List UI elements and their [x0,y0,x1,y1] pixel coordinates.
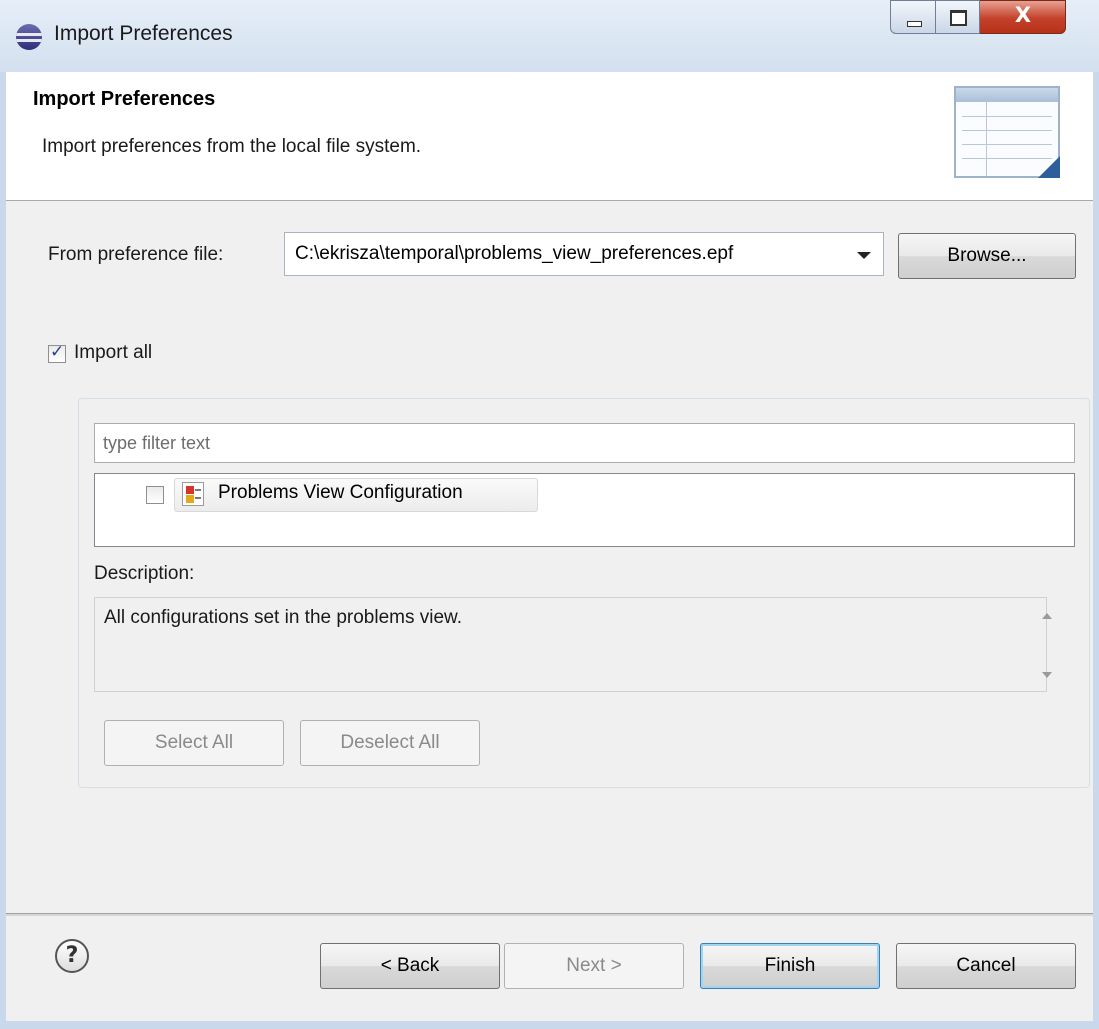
problems-view-icon [182,482,204,506]
minimize-icon [907,21,922,27]
finish-button[interactable]: Finish [700,943,880,989]
preference-file-label: From preference file: [48,244,224,265]
tree-item-label[interactable]: Problems View Configuration [218,482,463,504]
maximize-button[interactable] [936,0,980,34]
help-icon[interactable]: ? [55,939,89,973]
chevron-down-icon[interactable] [857,252,871,259]
preference-file-value: C:\ekrisza\temporal\problems_view_prefer… [295,243,734,264]
window-frame [0,72,6,1021]
import-all-label[interactable]: Import all [74,342,152,364]
next-button[interactable]: Next > [504,943,684,989]
close-button[interactable]: X [980,0,1066,34]
select-all-button[interactable]: Select All [104,720,284,766]
filter-placeholder: type filter text [103,433,211,453]
footer-separator [6,913,1093,916]
minimize-button[interactable] [890,0,936,34]
wizard-page-description: Import preferences from the local file s… [42,136,422,157]
import-wizard-banner-icon [954,86,1060,178]
back-button[interactable]: < Back [320,943,500,989]
scroll-down-icon[interactable] [1042,672,1052,678]
description-text: All configurations set in the problems v… [104,607,463,628]
browse-button[interactable]: Browse... [898,233,1076,279]
deselect-all-button[interactable]: Deselect All [300,720,480,766]
window-controls: X [890,0,1066,36]
tree-item-checkbox[interactable] [146,486,164,504]
eclipse-app-icon [16,24,42,50]
maximize-icon [950,10,967,26]
scroll-up-icon[interactable] [1042,613,1052,619]
close-icon: X [1014,3,1032,27]
preference-file-combo[interactable]: C:\ekrisza\temporal\problems_view_prefer… [284,232,884,276]
wizard-header-banner: Import Preferences Import preferences fr… [6,72,1093,201]
title-bar[interactable]: Import Preferences X [0,0,1099,72]
cancel-button[interactable]: Cancel [896,943,1076,989]
wizard-page-title: Import Preferences [33,88,216,110]
import-preferences-dialog: Import Preferences X Import Preferences … [0,0,1099,1029]
import-all-checkbox[interactable] [48,342,66,363]
filter-input[interactable]: type filter text [94,423,1075,463]
window-title: Import Preferences [54,22,233,45]
description-label: Description: [94,563,195,584]
